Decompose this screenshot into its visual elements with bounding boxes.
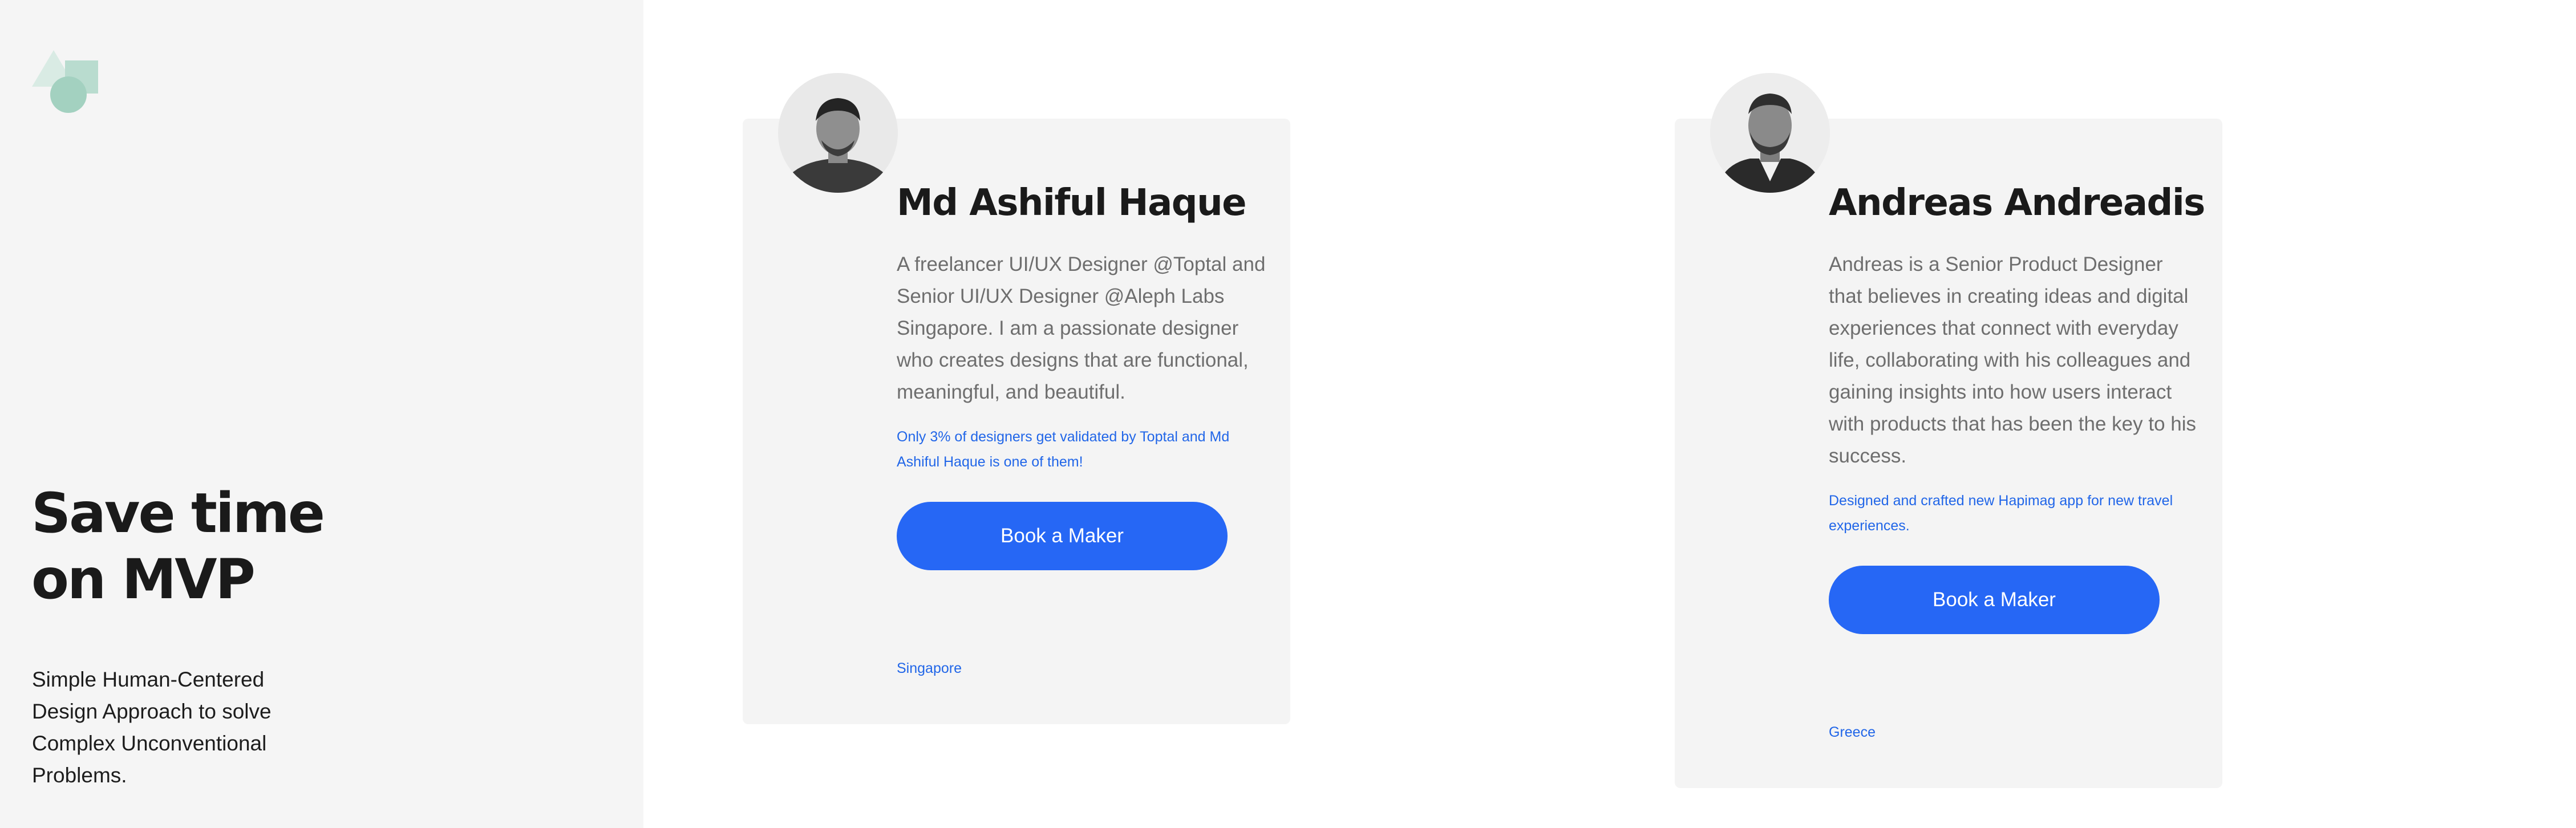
maker-location[interactable]: Singapore: [897, 659, 962, 677]
maker-location[interactable]: Greece: [1829, 723, 1876, 741]
hero-tagline: Simple Human-Centered Design Approach to…: [32, 668, 272, 787]
book-maker-button[interactable]: Book a Maker: [1829, 566, 2160, 634]
hero-headline-line2: on MVP: [31, 547, 256, 611]
hero-headline: Save time on MVP: [31, 480, 431, 612]
book-maker-button[interactable]: Book a Maker: [897, 502, 1228, 570]
avatar-icon: [778, 73, 898, 193]
hero-sidebar: Save time on MVP Simple Human-Centered D…: [0, 0, 643, 828]
maker-highlight: Only 3% of designers get validated by To…: [897, 429, 1230, 470]
maker-bio: A freelancer UI/UX Designer @Toptal and …: [897, 253, 1266, 403]
maker-name: Md Ashiful Haque: [897, 182, 1247, 224]
maker-bio: Andreas is a Senior Product Designer tha…: [1829, 253, 2196, 467]
shapes-logo-icon: [32, 50, 98, 113]
maker-highlight: Designed and crafted new Hapimag app for…: [1829, 493, 2173, 534]
avatar-icon: [1710, 73, 1830, 193]
maker-name: Andreas Andreadis: [1829, 182, 2205, 224]
hero-headline-line1: Save time: [31, 481, 325, 545]
